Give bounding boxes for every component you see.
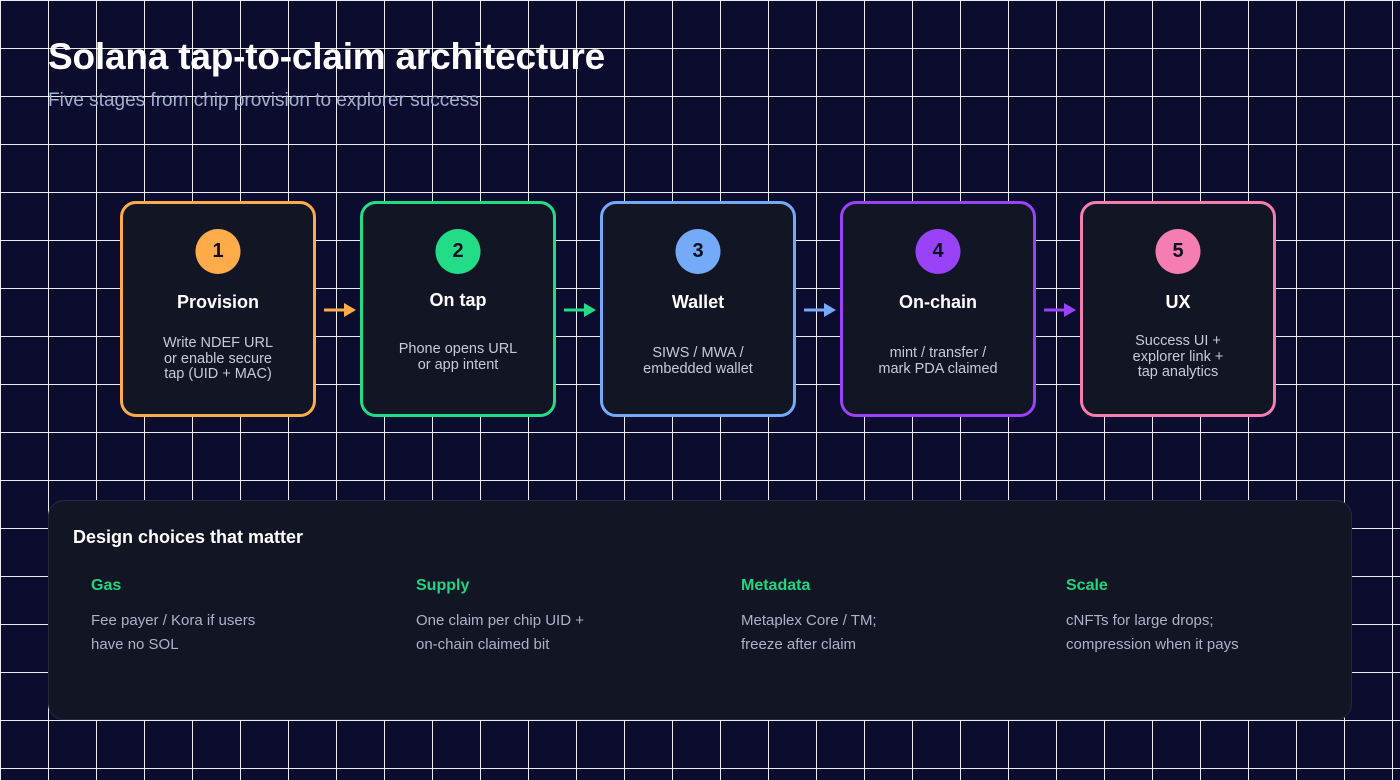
stage-card-provision: 1 Provision Write NDEF URL or enable sec… (120, 201, 316, 417)
stage-card-wallet: 3 Wallet SIWS / MWA / embedded wallet (600, 201, 796, 417)
choice-text: Fee payer / Kora if users have no SOL (91, 612, 256, 653)
stage-title: On tap (429, 290, 487, 310)
choice-heading: Metadata (741, 577, 811, 594)
choice-heading: Gas (91, 577, 122, 594)
choice-text: Metaplex Core / TM; freeze after claim (741, 612, 877, 653)
choice-heading: Supply (416, 577, 470, 594)
choice-scale: Scale cNFTs for large drops; compression… (1066, 577, 1366, 657)
stage-title: On-chain (898, 292, 977, 312)
stage-number-badge: 2 (435, 229, 481, 274)
stage-title: UX (1165, 292, 1191, 312)
stage-card-ux: 5 UX Success UI + explorer link + tap an… (1080, 201, 1276, 417)
choice-supply: Supply One claim per chip UID + on-chain… (416, 577, 716, 657)
choice-text: One claim per chip UID + on-chain claime… (416, 612, 584, 653)
stage-description: Success UI + explorer link + tap analyti… (1132, 333, 1224, 380)
choice-text: cNFTs for large drops; compression when … (1066, 612, 1239, 653)
stage-description: SIWS / MWA / embedded wallet (643, 345, 753, 377)
stage-title: Wallet (671, 292, 725, 312)
arrow-right-icon (564, 303, 596, 317)
design-choices-panel: Design choices that matter Gas Fee payer… (48, 500, 1352, 720)
page-subtitle: Five stages from chip provision to explo… (48, 90, 479, 111)
stage-number-badge: 1 (195, 229, 241, 274)
page-title: Solana tap-to-claim architecture (48, 36, 605, 77)
arrow-right-icon (804, 303, 836, 317)
stage-card-on-chain: 4 On-chain mint / transfer / mark PDA cl… (840, 201, 1036, 417)
stage-description: mint / transfer / mark PDA claimed (878, 345, 998, 377)
stage-title: Provision (176, 292, 260, 312)
panel-title: Design choices that matter (73, 527, 304, 547)
arrow-right-icon (1044, 303, 1076, 317)
choice-metadata: Metadata Metaplex Core / TM; freeze afte… (741, 577, 1041, 657)
stage-number-badge: 5 (1155, 229, 1201, 274)
choice-gas: Gas Fee payer / Kora if users have no SO… (91, 577, 391, 657)
stage-number-badge: 4 (915, 229, 961, 274)
arrow-right-icon (324, 303, 356, 317)
stage-description: Write NDEF URL or enable secure tap (UID… (162, 335, 274, 382)
stage-number-badge: 3 (675, 229, 721, 274)
choice-heading: Scale (1066, 577, 1108, 594)
stage-description: Phone opens URL or app intent (398, 341, 518, 373)
stage-card-on-tap: 2 On tap Phone opens URL or app intent (360, 201, 556, 417)
